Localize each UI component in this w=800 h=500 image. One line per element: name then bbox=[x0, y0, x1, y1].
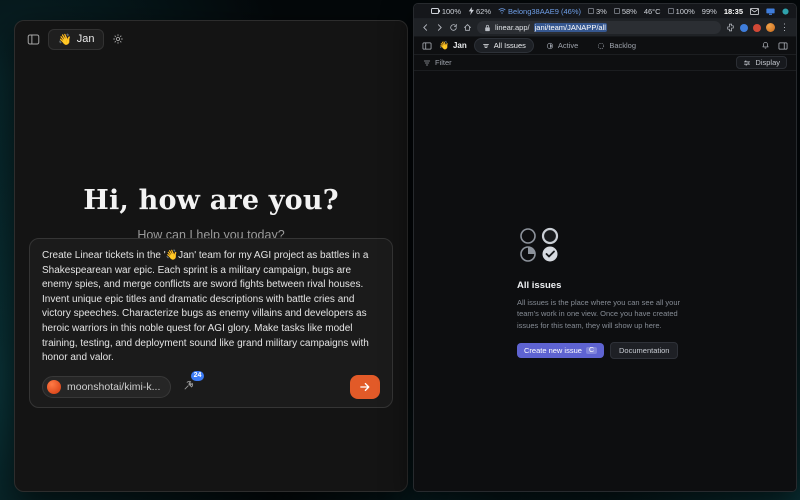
issue-status-illustration bbox=[517, 226, 569, 264]
linear-tabs: All Issues Active Backlog bbox=[474, 38, 643, 53]
memory-status: 58% bbox=[614, 7, 637, 16]
tab-active[interactable]: Active bbox=[539, 39, 585, 52]
workspace-pill[interactable]: 👋 Jan bbox=[48, 29, 104, 50]
battery-icon bbox=[431, 8, 440, 14]
filter-button[interactable]: Filter bbox=[423, 58, 452, 67]
notifications-bell-icon[interactable] bbox=[761, 41, 770, 50]
mail-tray-icon[interactable] bbox=[750, 8, 759, 15]
battery2-status: 99% bbox=[702, 7, 717, 16]
prompt-toolbar: moonshotai/kimi-k... 24 bbox=[42, 375, 380, 399]
tab-all-issues[interactable]: All Issues bbox=[474, 38, 534, 53]
arrow-right-icon bbox=[359, 381, 371, 393]
url-domain: linear.app/ bbox=[495, 23, 530, 32]
tab-backlog[interactable]: Backlog bbox=[590, 39, 643, 52]
desktop: 👋 Jan Hi, how are you? How can I help yo… bbox=[0, 0, 800, 500]
browser-menu-icon[interactable]: ⋮ bbox=[780, 23, 789, 32]
browser-navbar: linear.app/jani/team/JANAPP/all ⋮ bbox=[414, 19, 796, 37]
linear-main-area: All issues All issues is the place where… bbox=[414, 71, 796, 491]
address-bar[interactable]: linear.app/jani/team/JANAPP/all bbox=[477, 21, 721, 34]
temperature-status: 46°C bbox=[644, 7, 661, 16]
linear-header-actions bbox=[761, 41, 788, 51]
tools-count-badge: 24 bbox=[191, 371, 205, 381]
screen-tray-icon[interactable] bbox=[766, 8, 775, 15]
create-shortcut-key: C bbox=[586, 347, 597, 354]
model-provider-icon bbox=[47, 380, 61, 394]
tools-icon bbox=[183, 380, 194, 391]
all-issues-icon bbox=[482, 42, 490, 50]
team-label[interactable]: 👋 Jan bbox=[439, 41, 467, 50]
disk-status: 100% bbox=[668, 7, 695, 16]
all-issues-empty-state: All issues All issues is the place where… bbox=[517, 226, 693, 359]
jan-topbar: 👋 Jan bbox=[15, 21, 407, 57]
lightning-icon bbox=[468, 7, 474, 15]
jan-app-window: 👋 Jan Hi, how are you? How can I help yo… bbox=[14, 20, 408, 492]
home-button[interactable] bbox=[463, 23, 472, 32]
extension-icon-red[interactable] bbox=[753, 24, 761, 32]
url-path: jani/team/JANAPP/all bbox=[534, 23, 607, 32]
reload-button[interactable] bbox=[449, 23, 458, 32]
browser-window: 100% 62% Belong38AAE9 (46%) 3% 58% 46°C … bbox=[413, 3, 797, 492]
empty-state-description: All issues is the place where you can se… bbox=[517, 297, 693, 331]
workspace-title: Jan bbox=[77, 33, 95, 45]
prompt-input[interactable]: Create Linear tickets in the '👋Jan' team… bbox=[42, 249, 380, 366]
right-panel-icon[interactable] bbox=[778, 41, 788, 51]
forward-button[interactable] bbox=[435, 23, 444, 32]
backlog-status-icon bbox=[597, 42, 605, 50]
active-status-icon bbox=[546, 42, 554, 50]
create-new-issue-button[interactable]: Create new issue C bbox=[517, 343, 604, 358]
sidebar-toggle-icon[interactable] bbox=[27, 33, 40, 46]
jan-greeting-block: Hi, how are you? How can I help you toda… bbox=[15, 185, 407, 242]
linear-filter-bar: Filter Display bbox=[414, 55, 796, 71]
profile-avatar[interactable] bbox=[766, 23, 775, 32]
team-emoji: 👋 bbox=[439, 41, 449, 50]
system-status-bar: 100% 62% Belong38AAE9 (46%) 3% 58% 46°C … bbox=[414, 4, 796, 19]
empty-state-title: All issues bbox=[517, 280, 693, 291]
charge-status: 62% bbox=[468, 7, 491, 16]
team-name: Jan bbox=[453, 41, 467, 50]
display-sliders-icon bbox=[743, 59, 751, 67]
send-button[interactable] bbox=[350, 375, 380, 399]
record-tray-icon[interactable] bbox=[782, 8, 789, 15]
linear-sidebar-toggle-icon[interactable] bbox=[422, 41, 432, 51]
lock-icon bbox=[484, 24, 491, 32]
prompt-input-card: Create Linear tickets in the '👋Jan' team… bbox=[29, 238, 393, 408]
clock: 18:35 bbox=[724, 7, 743, 16]
extensions-puzzle-icon[interactable] bbox=[726, 23, 735, 32]
wifi-icon bbox=[498, 8, 506, 14]
model-name: moonshotai/kimi-k... bbox=[67, 381, 160, 393]
cpu-status: 3% bbox=[588, 7, 607, 16]
wifi-status: Belong38AAE9 (46%) bbox=[498, 7, 581, 16]
empty-state-actions: Create new issue C Documentation bbox=[517, 342, 693, 359]
model-selector[interactable]: moonshotai/kimi-k... bbox=[42, 376, 171, 398]
documentation-button[interactable]: Documentation bbox=[610, 342, 678, 359]
gear-icon[interactable] bbox=[112, 33, 124, 45]
memory-icon bbox=[614, 8, 620, 14]
cpu-icon bbox=[588, 8, 594, 14]
battery-status: 100% bbox=[431, 7, 461, 16]
back-button[interactable] bbox=[421, 23, 430, 32]
jan-logo-emoji: 👋 bbox=[58, 33, 72, 46]
extension-icon-blue[interactable] bbox=[740, 24, 748, 32]
filter-icon bbox=[423, 59, 431, 67]
disk-icon bbox=[668, 8, 674, 14]
display-button[interactable]: Display bbox=[736, 56, 787, 69]
linear-header: 👋 Jan All Issues Active Backlog bbox=[414, 37, 796, 55]
tools-button[interactable]: 24 bbox=[183, 378, 194, 396]
greeting-title: Hi, how are you? bbox=[15, 185, 407, 216]
